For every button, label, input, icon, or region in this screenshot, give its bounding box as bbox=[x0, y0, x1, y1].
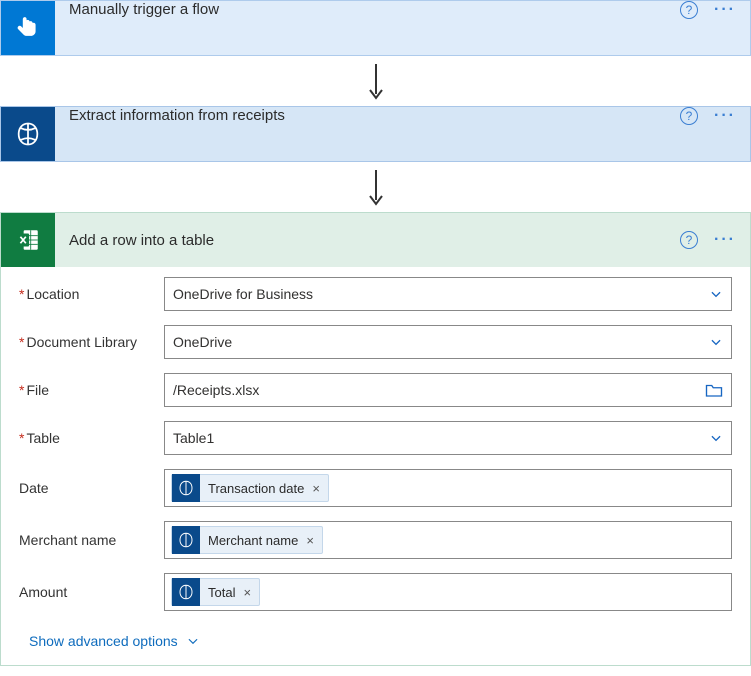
help-icon[interactable]: ? bbox=[680, 231, 698, 249]
help-icon[interactable]: ? bbox=[680, 1, 698, 19]
excel-icon bbox=[1, 213, 55, 267]
date-label: Date bbox=[19, 480, 164, 496]
arrow-connector bbox=[0, 56, 751, 106]
extract-title: Extract information from receipts bbox=[55, 107, 680, 161]
date-row: Date Transaction date × bbox=[19, 469, 732, 507]
token-total[interactable]: Total × bbox=[171, 578, 260, 606]
token-transaction-date[interactable]: Transaction date × bbox=[171, 474, 329, 502]
amount-label: Amount bbox=[19, 584, 164, 600]
file-field[interactable]: /Receipts.xlsx bbox=[164, 373, 732, 407]
trigger-title: Manually trigger a flow bbox=[55, 1, 680, 55]
more-icon[interactable]: ··· bbox=[714, 107, 736, 161]
token-icon bbox=[172, 526, 200, 554]
excel-body: *Location OneDrive for Business *Documen… bbox=[1, 267, 750, 611]
more-icon[interactable]: ··· bbox=[714, 231, 736, 249]
file-row: *File /Receipts.xlsx bbox=[19, 373, 732, 407]
merchant-field[interactable]: Merchant name × bbox=[164, 521, 732, 559]
chevron-down-icon bbox=[186, 634, 200, 648]
location-field[interactable]: OneDrive for Business bbox=[164, 277, 732, 311]
help-icon[interactable]: ? bbox=[680, 107, 698, 125]
location-label: *Location bbox=[19, 286, 164, 302]
table-label: *Table bbox=[19, 430, 164, 446]
excel-header[interactable]: Add a row into a table ? ··· bbox=[1, 213, 750, 267]
extract-card[interactable]: Extract information from receipts ? ··· bbox=[0, 106, 751, 162]
excel-card: Add a row into a table ? ··· *Location O… bbox=[0, 212, 751, 666]
file-label: *File bbox=[19, 382, 164, 398]
amount-field[interactable]: Total × bbox=[164, 573, 732, 611]
chevron-down-icon bbox=[709, 287, 723, 301]
more-icon[interactable]: ··· bbox=[714, 1, 736, 55]
chevron-down-icon bbox=[709, 431, 723, 445]
amount-row: Amount Total × bbox=[19, 573, 732, 611]
remove-token-icon[interactable]: × bbox=[312, 481, 320, 496]
token-merchant-name[interactable]: Merchant name × bbox=[171, 526, 323, 554]
doclib-field[interactable]: OneDrive bbox=[164, 325, 732, 359]
advanced-options-toggle[interactable]: Show advanced options bbox=[1, 625, 750, 665]
excel-title: Add a row into a table bbox=[55, 232, 680, 249]
folder-icon[interactable] bbox=[705, 382, 723, 398]
chevron-down-icon bbox=[709, 335, 723, 349]
trigger-card[interactable]: Manually trigger a flow ? ··· bbox=[0, 0, 751, 56]
trigger-icon bbox=[1, 1, 55, 55]
remove-token-icon[interactable]: × bbox=[306, 533, 314, 548]
merchant-label: Merchant name bbox=[19, 532, 164, 548]
doclib-row: *Document Library OneDrive bbox=[19, 325, 732, 359]
remove-token-icon[interactable]: × bbox=[243, 585, 251, 600]
merchant-row: Merchant name Merchant name × bbox=[19, 521, 732, 559]
extract-icon bbox=[1, 107, 55, 161]
token-icon bbox=[172, 578, 200, 606]
table-row: *Table Table1 bbox=[19, 421, 732, 455]
token-icon bbox=[172, 474, 200, 502]
doclib-label: *Document Library bbox=[19, 334, 164, 350]
arrow-connector bbox=[0, 162, 751, 212]
date-field[interactable]: Transaction date × bbox=[164, 469, 732, 507]
table-field[interactable]: Table1 bbox=[164, 421, 732, 455]
location-row: *Location OneDrive for Business bbox=[19, 277, 732, 311]
